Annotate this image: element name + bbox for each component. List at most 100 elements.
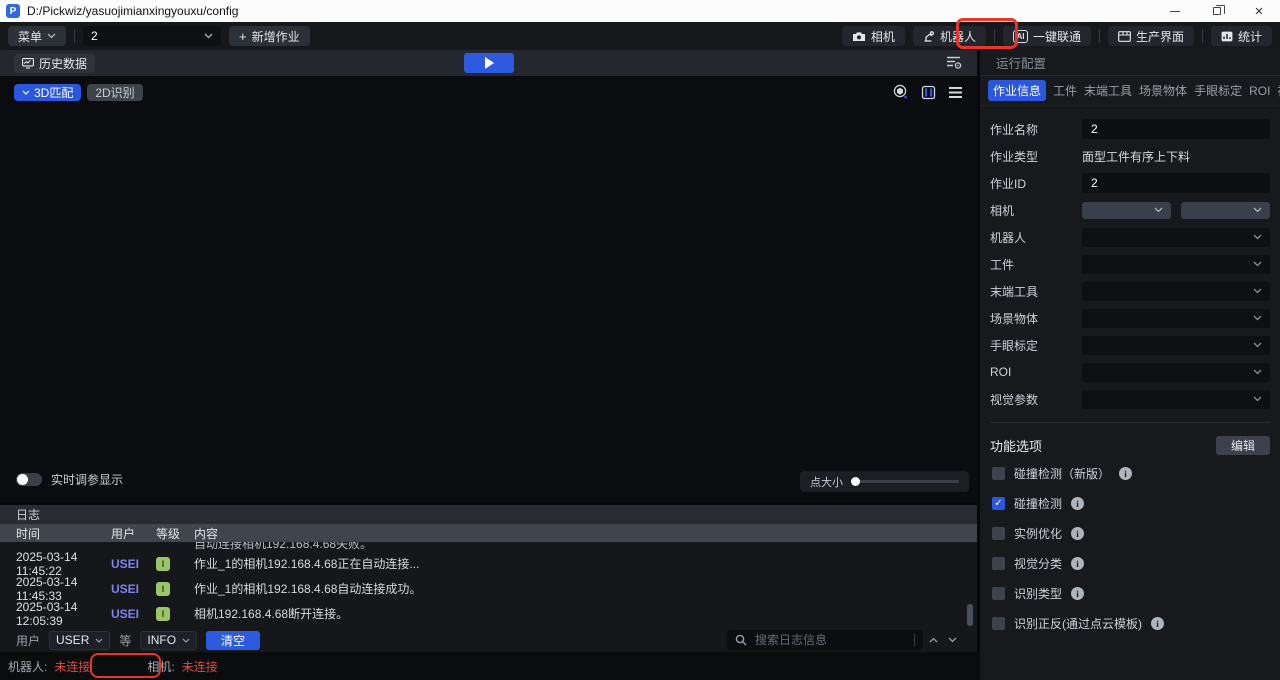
point-size-slider[interactable]: [851, 480, 959, 483]
log-body[interactable]: 自动连接相机192.168.4.68失败。 2025-03-14 11:45:2…: [0, 542, 977, 628]
job-id-label: 作业ID: [990, 175, 1082, 192]
toggle-knob: [17, 474, 28, 485]
menu-button[interactable]: 菜单: [8, 26, 66, 46]
collision-new-checkbox[interactable]: ✓: [992, 467, 1005, 480]
log-row-partial[interactable]: 自动连接相机192.168.4.68失败。: [0, 542, 977, 551]
window-controls: ✕: [1154, 0, 1280, 22]
vision-classify-checkbox[interactable]: ✓: [992, 557, 1005, 570]
camera-view-icon[interactable]: [920, 85, 937, 100]
info-level-badge: I: [156, 557, 170, 571]
info-icon[interactable]: i: [1119, 467, 1132, 480]
hand-eye-select[interactable]: [1082, 336, 1270, 355]
chevron-down-icon: [22, 90, 30, 95]
log-content: 自动连接相机192.168.4.68失败。: [194, 542, 977, 551]
log-row[interactable]: 2025-03-14 11:45:22 USEI I 作业_1的相机192.16…: [0, 551, 977, 576]
robot-connection-status: 机器人: 未连接: [8, 658, 90, 675]
robot-button[interactable]: 机器人: [913, 26, 986, 46]
tab-scene-object[interactable]: 场景物体: [1139, 82, 1187, 99]
info-icon[interactable]: i: [1071, 557, 1084, 570]
tab-hand-eye-calib[interactable]: 手眼标定: [1194, 82, 1242, 99]
robot-select[interactable]: [1082, 228, 1270, 247]
run-button[interactable]: [464, 53, 514, 73]
orbit-view-icon[interactable]: [892, 84, 909, 100]
app-logo: P: [6, 4, 20, 18]
close-icon: ✕: [1254, 5, 1263, 18]
scene-object-select[interactable]: [1082, 309, 1270, 328]
job-name-input[interactable]: [1082, 119, 1270, 139]
camera-select-2[interactable]: [1181, 202, 1270, 219]
log-row[interactable]: 2025-03-14 11:45:33 USEI I 作业_1的相机192.16…: [0, 576, 977, 601]
log-col-time: 时间: [0, 525, 111, 542]
tab-roi[interactable]: ROI: [1249, 84, 1270, 98]
list-menu-icon[interactable]: [948, 86, 963, 99]
job-select[interactable]: 2: [83, 26, 221, 46]
recognition-type-checkbox[interactable]: ✓: [992, 587, 1005, 600]
camera-button[interactable]: 相机: [842, 26, 905, 46]
realtime-tuning-toggle[interactable]: [16, 473, 42, 486]
camera-select-1[interactable]: [1082, 202, 1171, 219]
job-type-value: 面型工件有序上下料: [1082, 148, 1190, 165]
slider-handle[interactable]: [851, 477, 860, 486]
end-tool-field-label: 末端工具: [990, 283, 1082, 300]
tab-job-info[interactable]: 作业信息: [988, 80, 1046, 101]
tab-workpiece[interactable]: 工件: [1053, 82, 1077, 99]
history-data-button[interactable]: 历史数据: [14, 54, 95, 73]
chevron-up-icon[interactable]: [929, 637, 938, 643]
chevron-down-icon: [1253, 342, 1262, 348]
log-search-input[interactable]: [755, 633, 875, 647]
toolbar-divider: [994, 29, 995, 43]
form-row-job-type: 作业类型 面型工件有序上下料: [990, 146, 1270, 166]
info-icon[interactable]: i: [1071, 587, 1084, 600]
collision-checkbox[interactable]: ✓: [992, 497, 1005, 510]
job-info-form: 作业名称 作业类型 面型工件有序上下料 作业ID 相机 机器人 工件: [980, 106, 1280, 409]
robot-status-value: 未连接: [54, 658, 90, 675]
3d-viewport[interactable]: 3D匹配 2D识别 实时调参显示 点大小: [0, 76, 977, 502]
instance-optimize-checkbox[interactable]: ✓: [992, 527, 1005, 540]
info-level-badge: I: [156, 607, 170, 621]
log-row[interactable]: 2025-03-14 12:05:39 USEI I 相机192.168.4.6…: [0, 601, 977, 626]
2d-recognition-label: 2D识别: [95, 84, 134, 101]
production-view-label: 生产界面: [1136, 28, 1184, 45]
log-scrollbar-thumb[interactable]: [967, 604, 973, 626]
camera-status-label: 相机:: [147, 658, 174, 675]
chevron-down-icon[interactable]: [948, 637, 957, 643]
maximize-button[interactable]: [1196, 0, 1238, 22]
one-key-connect-button[interactable]: AI 一键联通: [1003, 26, 1091, 46]
title-bar: P D:/Pickwiz/yasuojimianxingyouxu/config…: [0, 0, 1280, 22]
minimize-button[interactable]: [1154, 0, 1196, 22]
form-row-vision-params: 视觉参数: [990, 389, 1270, 409]
production-view-button[interactable]: 生产界面: [1108, 26, 1194, 46]
form-row-workpiece: 工件: [990, 254, 1270, 274]
3d-match-button[interactable]: 3D匹配: [14, 84, 81, 101]
chevron-down-icon: [182, 638, 190, 643]
info-icon[interactable]: i: [1071, 527, 1084, 540]
log-level-filter-value: INFO: [147, 633, 176, 647]
info-icon[interactable]: i: [1151, 617, 1164, 630]
front-back-recognition-checkbox[interactable]: ✓: [992, 617, 1005, 630]
log-user: USEI: [111, 557, 156, 571]
log-level-filter-select[interactable]: INFO: [140, 631, 197, 650]
log-user-filter-select[interactable]: USER: [49, 631, 110, 650]
camera-field-label: 相机: [990, 202, 1082, 219]
2d-recognition-button[interactable]: 2D识别: [87, 84, 142, 101]
log-search-box[interactable]: [727, 630, 923, 650]
log-content: 相机192.168.4.68断开连接。: [194, 605, 977, 622]
info-icon[interactable]: i: [1071, 497, 1084, 510]
clear-log-button[interactable]: 清空: [206, 631, 260, 650]
vision-params-select[interactable]: [1082, 390, 1270, 409]
close-button[interactable]: ✕: [1238, 0, 1280, 22]
job-id-input[interactable]: [1082, 173, 1270, 193]
end-tool-select[interactable]: [1082, 282, 1270, 301]
new-job-button[interactable]: + 新增作业: [229, 26, 310, 46]
display-settings-icon[interactable]: [946, 55, 962, 70]
roi-select[interactable]: [1082, 363, 1270, 382]
edit-options-button[interactable]: 编辑: [1216, 436, 1270, 455]
log-search-area: [727, 630, 957, 650]
vision-params-field-label: 视觉参数: [990, 391, 1082, 408]
statistics-button[interactable]: 统计: [1211, 26, 1272, 46]
search-nav: [929, 637, 957, 643]
form-row-job-id: 作业ID: [990, 173, 1270, 193]
tab-end-tool[interactable]: 末端工具: [1084, 82, 1132, 99]
log-panel: 日志 时间 用户 等级 内容 自动连接相机192.168.4.68失败。 202…: [0, 505, 977, 652]
workpiece-select[interactable]: [1082, 255, 1270, 274]
